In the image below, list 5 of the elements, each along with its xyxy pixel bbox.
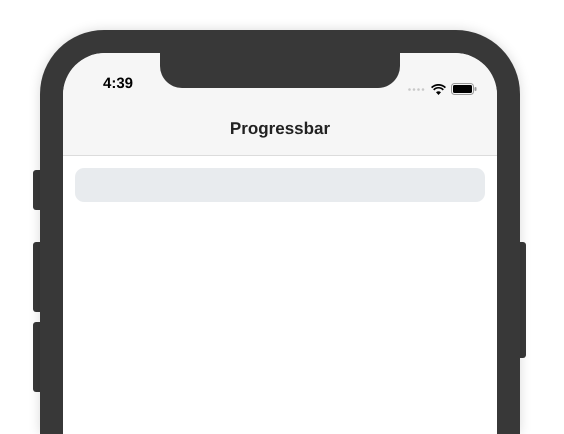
nav-title: Progressbar [230,118,330,140]
status-time: 4:39 [103,74,134,94]
signal-dots-icon [408,88,426,90]
battery-icon [451,83,477,95]
wifi-icon [431,84,446,94]
